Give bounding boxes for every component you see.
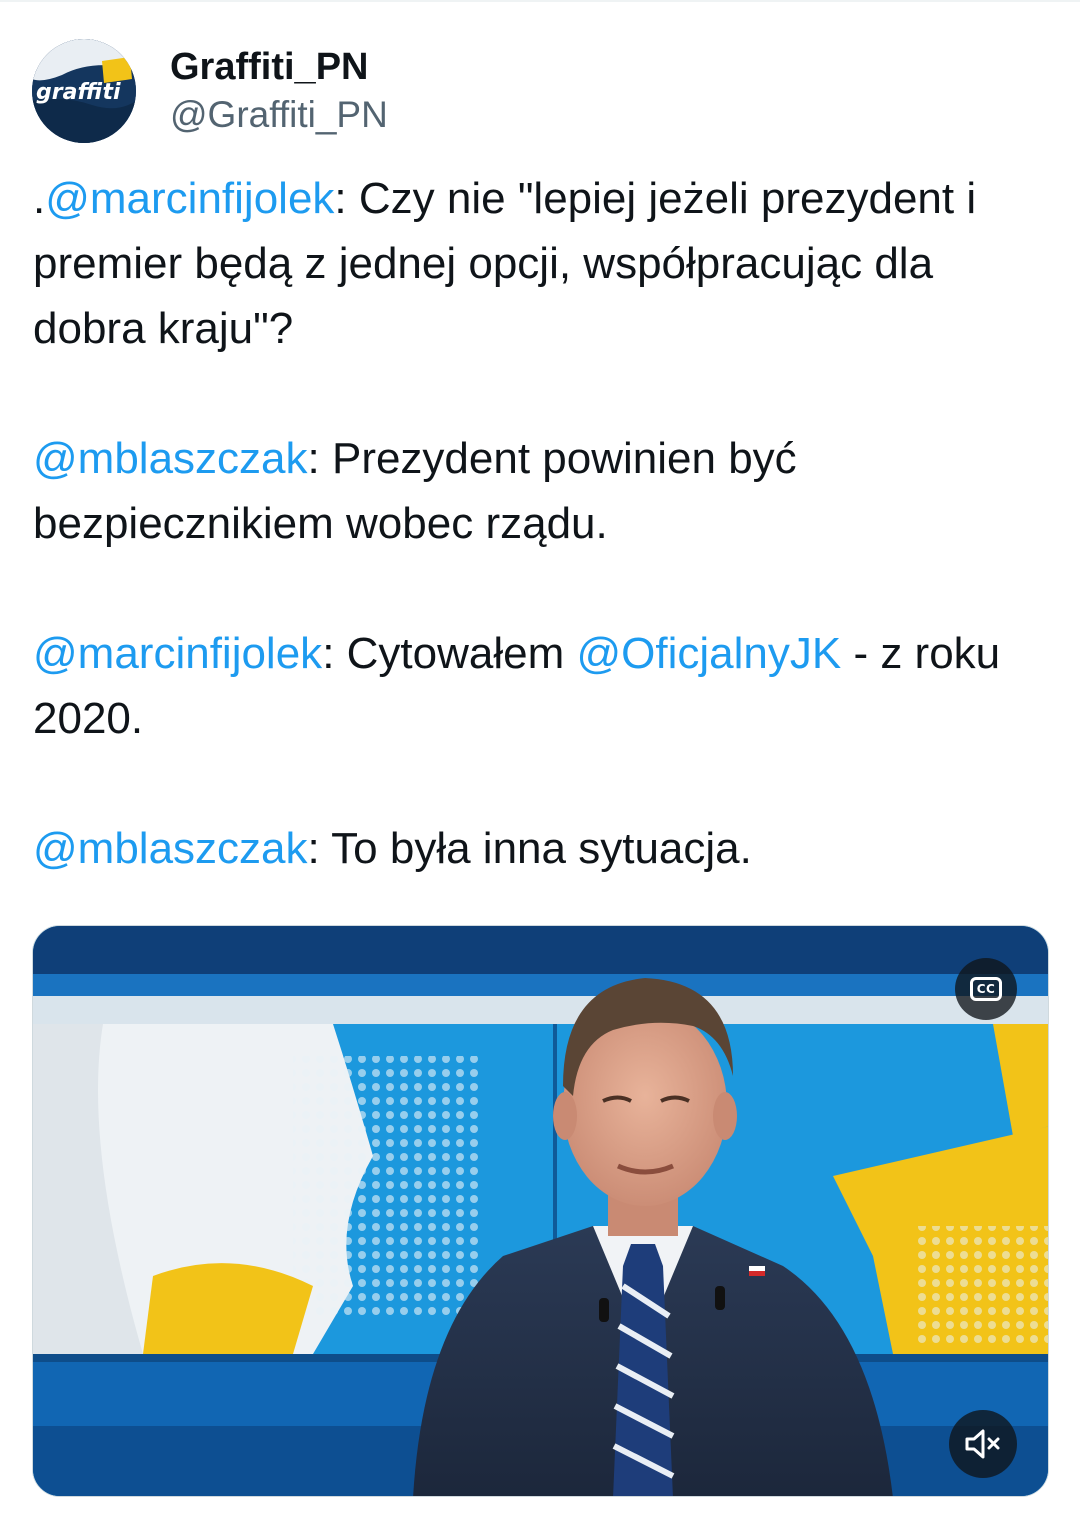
speaker-muted-icon (965, 1429, 1000, 1459)
tweet-paragraph-3: @marcinfijolek: Cytowałem @OficjalnyJK -… (33, 621, 1053, 751)
author-names: Graffiti_PN @Graffiti_PN (170, 44, 388, 138)
tweet-paragraph-4: @mblaszczak: To była inna sytuacja. (33, 816, 1053, 881)
video-player[interactable]: CC (32, 925, 1049, 1497)
tweet-body: .@marcinfijolek: Czy nie "lepiej jeżeli … (33, 166, 1053, 881)
author-avatar[interactable]: graffiti (32, 39, 136, 143)
mention-oficjalnyjk[interactable]: @OficjalnyJK (576, 629, 841, 678)
mention-marcinfijolek[interactable]: @marcinfijolek (45, 174, 334, 223)
closed-captions-icon: CC (970, 977, 1002, 1001)
tweet-paragraph-1: .@marcinfijolek: Czy nie "lepiej jeżeli … (33, 166, 1053, 361)
closed-captions-button[interactable]: CC (955, 958, 1017, 1020)
paragraph-3-text-a: : Cytowałem (322, 629, 577, 678)
mention-marcinfijolek[interactable]: @marcinfijolek (33, 629, 322, 678)
author-display-name[interactable]: Graffiti_PN (170, 44, 388, 90)
tweet-paragraph-2: @mblaszczak: Prezydent powinien być bezp… (33, 426, 1053, 556)
top-divider (0, 0, 1080, 2)
author-handle[interactable]: @Graffiti_PN (170, 92, 388, 138)
avatar-logo-icon: graffiti (32, 39, 136, 143)
text-prefix: . (33, 174, 46, 223)
paragraph-4-text: : To była inna sytuacja. (307, 824, 752, 873)
mention-mblaszczak[interactable]: @mblaszczak (33, 434, 308, 483)
mention-mblaszczak[interactable]: @mblaszczak (33, 824, 308, 873)
video-frame (33, 926, 1048, 1496)
unmute-button[interactable] (949, 1410, 1017, 1478)
svg-text:graffiti: graffiti (36, 80, 121, 105)
tweet-header: graffiti Graffiti_PN @Graffiti_PN (32, 36, 388, 146)
